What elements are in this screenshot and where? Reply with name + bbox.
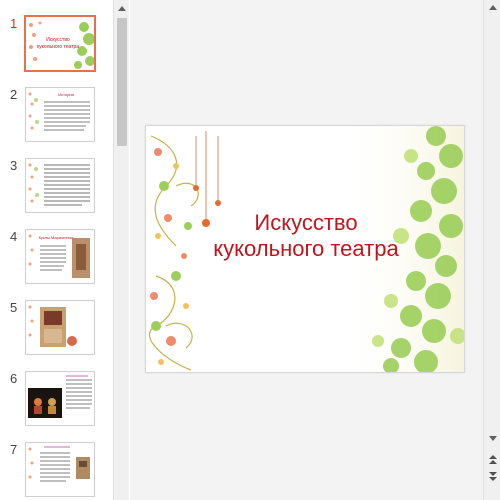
chevron-up-icon[interactable]	[484, 0, 500, 15]
slide-thumbnail-pane: 1 Искусство кукольного театра 2 История	[0, 0, 113, 500]
thumbnail-slide-5[interactable]: 5	[0, 300, 113, 360]
slide-scrollbar[interactable]	[483, 0, 500, 500]
chevron-down-icon[interactable]	[484, 431, 500, 446]
thumbnail-number: 4	[10, 229, 18, 244]
thumbnail-image[interactable]	[25, 371, 95, 426]
thumbnail-slide-1[interactable]: 1 Искусство кукольного театра	[0, 15, 113, 76]
chevron-up-icon[interactable]	[114, 0, 130, 16]
thumbnail-image[interactable]	[25, 442, 95, 497]
thumbnail-slide-7[interactable]: 7	[0, 442, 113, 500]
thumbnail-number: 6	[10, 371, 18, 386]
current-slide[interactable]: Искусство кукольного театра	[145, 125, 465, 373]
slide-title[interactable]: Искусство кукольного театра	[186, 210, 426, 262]
thumbnail-slide-4[interactable]: 4 Куклы Марионетки	[0, 229, 113, 289]
thumbnail-image[interactable]: История	[25, 87, 95, 142]
thumbnail-slide-6[interactable]: 6	[0, 371, 113, 431]
slide-title-line-1: Искусство	[254, 210, 358, 235]
slide-title-line-2: кукольного театра	[213, 236, 399, 261]
double-chevron-down-icon[interactable]	[484, 469, 500, 484]
svg-text:История: История	[58, 92, 74, 97]
thumbnail-number: 2	[10, 87, 18, 102]
svg-text:Куклы Марионетки: Куклы Марионетки	[39, 235, 74, 240]
thumbnail-slide-3[interactable]: 3	[0, 158, 113, 218]
thumbnail-image[interactable]	[25, 300, 95, 355]
svg-text:Искусство: Искусство	[46, 37, 70, 43]
thumbnail-image[interactable]	[25, 158, 95, 213]
thumbnail-number: 5	[10, 300, 18, 315]
thumbnail-number: 7	[10, 442, 18, 457]
scrollbar-thumb[interactable]	[117, 18, 127, 146]
thumbnail-slide-2[interactable]: 2 История	[0, 87, 113, 147]
thumbnail-number: 3	[10, 158, 18, 173]
thumbnail-image[interactable]: Искусство кукольного театра	[24, 15, 96, 72]
thumbnail-image[interactable]: Куклы Марионетки	[25, 229, 95, 284]
double-chevron-up-icon[interactable]	[484, 452, 500, 467]
thumbnail-scrollbar[interactable]	[113, 0, 129, 500]
slide-editor-area: Искусство кукольного театра	[130, 0, 483, 500]
powerpoint-window: 1 Искусство кукольного театра 2 История	[0, 0, 500, 500]
thumbnail-number: 1	[10, 16, 18, 31]
svg-text:кукольного театра: кукольного театра	[37, 44, 79, 50]
